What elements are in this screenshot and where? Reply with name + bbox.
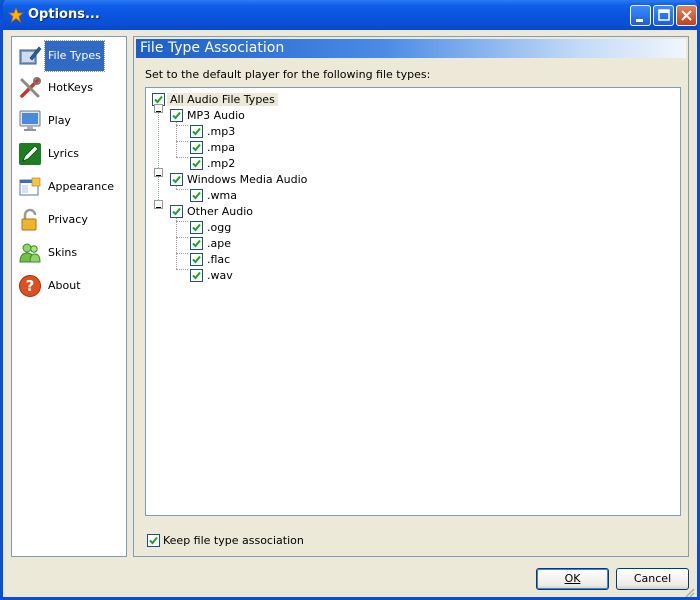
- collapse-icon[interactable]: [154, 200, 163, 209]
- tree-item-label: .flac: [207, 253, 231, 266]
- maximize-button[interactable]: [653, 5, 674, 26]
- sidebar-item-label: HotKeys: [48, 81, 93, 94]
- sidebar-item-label: Privacy: [48, 213, 88, 226]
- dialog-client-area: File Types HotKeys Play Lyrics Appearanc…: [3, 30, 697, 598]
- checkmark-icon: [192, 271, 201, 280]
- checkbox-checked[interactable]: [190, 221, 203, 234]
- tree-connector: [158, 108, 159, 204]
- checkmark-icon: [149, 536, 158, 545]
- sidebar-item-label: Skins: [48, 246, 78, 259]
- sidebar-item-privacy[interactable]: Privacy: [16, 206, 124, 234]
- close-button[interactable]: [676, 5, 697, 26]
- help-icon: ?: [19, 275, 41, 297]
- collapse-icon[interactable]: [154, 104, 163, 113]
- tree-group-label: Other Audio: [187, 205, 253, 218]
- checkbox-checked[interactable]: [170, 173, 183, 186]
- resize-grip-icon[interactable]: [683, 586, 695, 598]
- checkbox-checked[interactable]: [190, 253, 203, 266]
- title-bar[interactable]: Options...: [3, 0, 697, 30]
- checkbox-checked[interactable]: [147, 534, 160, 547]
- file-types-panel: File Type Association Set to the default…: [133, 36, 689, 557]
- users-icon: [19, 243, 41, 263]
- panel-description: Set to the default player for the follow…: [145, 68, 431, 81]
- file-types-icon: [19, 46, 42, 65]
- ok-button[interactable]: OK: [536, 568, 609, 590]
- tree-item-label: .mp3: [207, 125, 236, 138]
- checkbox-checked[interactable]: [190, 237, 203, 250]
- panel-title: File Type Association: [140, 40, 285, 56]
- category-list: File Types HotKeys Play Lyrics Appearanc…: [11, 36, 127, 557]
- minimize-button[interactable]: [630, 5, 651, 26]
- checkbox-checked[interactable]: [190, 141, 203, 154]
- tree-item-label: .ape: [207, 237, 231, 250]
- checkbox-checked[interactable]: [190, 125, 203, 138]
- checkmark-icon: [172, 175, 181, 184]
- checkbox-checked[interactable]: [190, 157, 203, 170]
- checkbox-checked[interactable]: [170, 109, 183, 122]
- panel-header: File Type Association: [136, 39, 686, 58]
- sidebar-item-label: Lyrics: [48, 147, 79, 160]
- maximize-icon: [658, 9, 670, 21]
- sidebar-item-label: Appearance: [48, 180, 115, 193]
- monitor-icon: [19, 110, 41, 131]
- checkbox-checked[interactable]: [190, 269, 203, 282]
- tree-connector: [176, 157, 188, 158]
- checkbox-checked[interactable]: [170, 205, 183, 218]
- checkmark-icon: [192, 127, 201, 136]
- sidebar-item-file-types[interactable]: File Types: [16, 40, 124, 72]
- cancel-button-label: Cancel: [633, 572, 672, 585]
- tree-item-label: .wav: [207, 269, 233, 282]
- collapse-icon[interactable]: [154, 168, 163, 177]
- tree-connector: [176, 253, 188, 254]
- tree-item-label: .mpa: [207, 141, 235, 154]
- sidebar-item-label: About: [48, 279, 81, 292]
- tree-item-label: .ogg: [207, 221, 232, 234]
- checkmark-icon: [192, 191, 201, 200]
- sidebar-item-hotkeys[interactable]: HotKeys: [16, 74, 124, 102]
- checkmark-icon: [192, 159, 201, 168]
- tree-group-label: MP3 Audio: [187, 109, 245, 122]
- lock-icon: [21, 208, 37, 231]
- sidebar-item-lyrics[interactable]: Lyrics: [16, 140, 124, 168]
- sidebar-item-skins[interactable]: Skins: [16, 239, 124, 267]
- tree-connector: [176, 189, 188, 190]
- pen-icon: [19, 143, 41, 165]
- checkmark-icon: [192, 143, 201, 152]
- minimize-icon: [636, 19, 643, 22]
- tree-connector: [176, 237, 188, 238]
- svg-text:?: ?: [26, 277, 35, 295]
- file-type-tree[interactable]: All Audio File Types MP3 Audio .mp3 .mpa: [145, 87, 681, 516]
- tree-item-label: .mp2: [207, 157, 236, 170]
- close-icon: [681, 10, 692, 21]
- sidebar-item-label: Play: [48, 114, 71, 127]
- tree-item-label: .wma: [207, 189, 237, 202]
- tree-connector: [176, 141, 188, 142]
- sidebar-item-appearance[interactable]: Appearance: [16, 173, 124, 201]
- options-window: Options... File Types HotKeys Play Lyric…: [0, 0, 700, 600]
- ok-button-label: OK: [564, 572, 581, 585]
- checkmark-icon: [172, 111, 181, 120]
- window-title: Options...: [28, 7, 100, 22]
- sidebar-item-label: File Types: [44, 40, 105, 72]
- cancel-button[interactable]: Cancel: [616, 568, 689, 590]
- checkmark-icon: [192, 223, 201, 232]
- tree-connector: [176, 125, 188, 126]
- keep-association-label: Keep file type association: [163, 534, 304, 547]
- checkmark-icon: [172, 207, 181, 216]
- tree-connector: [176, 269, 188, 270]
- star-icon: [8, 7, 24, 23]
- checkbox-checked[interactable]: [190, 189, 203, 202]
- sidebar-item-about[interactable]: ? About: [16, 272, 124, 300]
- tree-connector: [176, 221, 188, 222]
- sidebar-item-play[interactable]: Play: [16, 107, 124, 135]
- checkmark-icon: [192, 255, 201, 264]
- window-icon: [19, 177, 41, 196]
- tree-root-label: All Audio File Types: [167, 93, 278, 106]
- tree-group-label: Windows Media Audio: [187, 173, 308, 186]
- checkmark-icon: [192, 239, 201, 248]
- tools-icon: [20, 77, 41, 98]
